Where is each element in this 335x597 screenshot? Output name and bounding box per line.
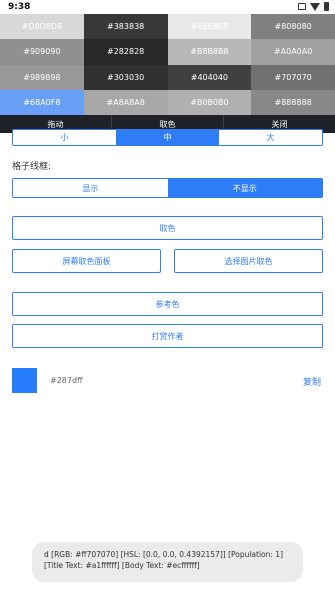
- grid-lines-label: 格子线框:: [12, 162, 52, 172]
- reference-color-button[interactable]: 参考色: [12, 292, 323, 316]
- wifi-icon: [310, 2, 320, 11]
- status-icons: [298, 2, 329, 11]
- color-cell[interactable]: #282828: [83, 39, 168, 65]
- color-cell[interactable]: #E8E8E8: [167, 14, 252, 40]
- image-pick-button[interactable]: 选择图片取色: [174, 249, 323, 273]
- color-cell[interactable]: #B8B8B8: [167, 39, 252, 65]
- color-cell[interactable]: #404040: [167, 64, 252, 90]
- status-bar: 9:38: [0, 0, 335, 14]
- color-cell[interactable]: #303030: [83, 64, 168, 90]
- color-grid: #D8D8D8 #383838 #E8E8E8 #808080 #909090 #2828…: [0, 14, 335, 115]
- color-cell[interactable]: #808080: [251, 14, 335, 40]
- screen-panel-button[interactable]: 屏幕取色面板: [12, 249, 161, 273]
- color-cell[interactable]: #707070: [251, 64, 335, 90]
- size-option-small[interactable]: 小: [13, 130, 116, 145]
- battery-icon: [324, 2, 329, 11]
- grid-lines-show[interactable]: 显示: [13, 179, 168, 197]
- color-cell[interactable]: #909090: [0, 39, 84, 65]
- color-cell[interactable]: #68A0F8: [0, 89, 84, 115]
- color-hex-value: #287dff: [50, 376, 83, 385]
- size-option-medium[interactable]: 中: [116, 130, 219, 145]
- pick-color-button[interactable]: 取色: [12, 216, 323, 240]
- status-time: 9:38: [8, 2, 31, 12]
- color-cell[interactable]: #B0B0B0: [167, 89, 252, 115]
- grid-lines-segment: 显示 不显示: [12, 178, 323, 198]
- color-cell[interactable]: #888888: [251, 89, 335, 115]
- cast-icon: [298, 3, 306, 10]
- color-swatch: [12, 368, 37, 393]
- color-cell[interactable]: #A8A8A8: [83, 89, 168, 115]
- palette-toast: d [RGB: #ff707070] [HSL: [0.0, 0.0, 0.43…: [32, 542, 303, 582]
- color-cell[interactable]: #383838: [83, 14, 168, 40]
- toast-line-2: [Title Text: #a1ffffff] [Body Text: #ecf…: [44, 561, 200, 570]
- grid-lines-hide[interactable]: 不显示: [167, 179, 322, 197]
- toast-line-1: d [RGB: #ff707070] [HSL: [0.0, 0.0, 0.43…: [44, 550, 284, 559]
- size-option-large[interactable]: 大: [219, 130, 322, 145]
- copy-button[interactable]: 复制: [303, 375, 321, 388]
- size-segment: 小 中 大: [12, 129, 323, 146]
- color-cell[interactable]: #A0A0A0: [251, 39, 335, 65]
- color-cell[interactable]: #989898: [0, 64, 84, 90]
- color-cell[interactable]: #D8D8D8: [0, 14, 84, 40]
- donate-button[interactable]: 打赏作者: [12, 324, 323, 348]
